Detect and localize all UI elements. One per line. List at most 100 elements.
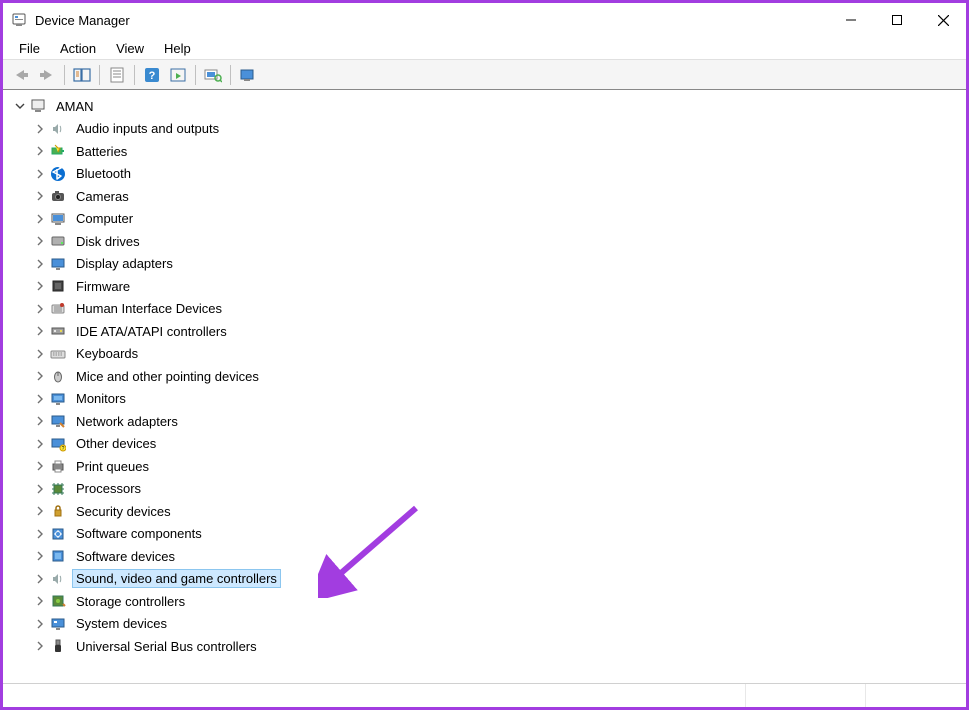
- computer-icon: [49, 210, 67, 228]
- tree-item[interactable]: Disk drives: [3, 230, 966, 253]
- cpu-icon: [49, 480, 67, 498]
- tree-item-label: Keyboards: [73, 345, 141, 362]
- security-icon: [49, 502, 67, 520]
- chevron-right-icon[interactable]: [33, 617, 47, 631]
- tree-item[interactable]: Sound, video and game controllers: [3, 568, 966, 591]
- tree-item[interactable]: Audio inputs and outputs: [3, 118, 966, 141]
- chevron-right-icon[interactable]: [33, 369, 47, 383]
- toolbar: ?: [3, 59, 966, 89]
- chevron-right-icon[interactable]: [33, 392, 47, 406]
- menu-item-view[interactable]: View: [106, 39, 154, 58]
- chevron-right-icon[interactable]: [33, 459, 47, 473]
- tree-item[interactable]: Monitors: [3, 388, 966, 411]
- tree-item-label: System devices: [73, 615, 170, 632]
- toolbar-actions-button[interactable]: [166, 63, 190, 87]
- tree-item[interactable]: Firmware: [3, 275, 966, 298]
- tree-item-label: Batteries: [73, 143, 130, 160]
- chevron-right-icon[interactable]: [33, 122, 47, 136]
- tree-item[interactable]: Software devices: [3, 545, 966, 568]
- chevron-right-icon[interactable]: [33, 189, 47, 203]
- tree-item[interactable]: Universal Serial Bus controllers: [3, 635, 966, 658]
- tree-item[interactable]: Network adapters: [3, 410, 966, 433]
- tree-item[interactable]: Human Interface Devices: [3, 298, 966, 321]
- toolbar-forward-button[interactable]: [35, 63, 59, 87]
- chevron-right-icon[interactable]: [33, 437, 47, 451]
- tree-item[interactable]: Software components: [3, 523, 966, 546]
- tree-item[interactable]: IDE ATA/ATAPI controllers: [3, 320, 966, 343]
- tree-item-label: Bluetooth: [73, 165, 134, 182]
- toolbar-properties-button[interactable]: [105, 63, 129, 87]
- tree-item-label: Mice and other pointing devices: [73, 368, 262, 385]
- chevron-right-icon[interactable]: [33, 572, 47, 586]
- chevron-right-icon[interactable]: [33, 549, 47, 563]
- tree-item-label: Computer: [73, 210, 136, 227]
- chevron-right-icon[interactable]: [33, 167, 47, 181]
- chevron-right-icon[interactable]: [33, 414, 47, 428]
- svg-text:?: ?: [149, 70, 156, 82]
- chevron-right-icon[interactable]: [33, 302, 47, 316]
- chevron-right-icon[interactable]: [33, 324, 47, 338]
- printer-icon: [49, 457, 67, 475]
- chevron-down-icon[interactable]: [13, 99, 27, 113]
- tree-item[interactable]: Cameras: [3, 185, 966, 208]
- chevron-right-icon[interactable]: [33, 482, 47, 496]
- tree-item[interactable]: Print queues: [3, 455, 966, 478]
- camera-icon: [49, 187, 67, 205]
- tree-item[interactable]: Mice and other pointing devices: [3, 365, 966, 388]
- toolbar-help-button[interactable]: ?: [140, 63, 164, 87]
- tree-item[interactable]: ?Other devices: [3, 433, 966, 456]
- chevron-right-icon[interactable]: [33, 279, 47, 293]
- close-button[interactable]: [920, 3, 966, 37]
- chevron-right-icon[interactable]: [33, 257, 47, 271]
- tree-item[interactable]: Bluetooth: [3, 163, 966, 186]
- tree-item[interactable]: Storage controllers: [3, 590, 966, 613]
- toolbar-scan-hardware-button[interactable]: [201, 63, 225, 87]
- chevron-right-icon[interactable]: [33, 594, 47, 608]
- tree-item[interactable]: Processors: [3, 478, 966, 501]
- firmware-icon: [49, 277, 67, 295]
- storage-icon: [49, 592, 67, 610]
- network-icon: [49, 412, 67, 430]
- toolbar-show-hide-console-button[interactable]: [70, 63, 94, 87]
- other-icon: ?: [49, 435, 67, 453]
- ide-icon: [49, 322, 67, 340]
- tree-item[interactable]: Batteries: [3, 140, 966, 163]
- device-tree[interactable]: AMAN Audio inputs and outputs Batteries Bl…: [3, 91, 966, 683]
- tree-item[interactable]: Keyboards: [3, 343, 966, 366]
- tree-item-label: Disk drives: [73, 233, 143, 250]
- mouse-icon: [49, 367, 67, 385]
- chevron-right-icon[interactable]: [33, 504, 47, 518]
- tree-item[interactable]: Display adapters: [3, 253, 966, 276]
- tree-item[interactable]: System devices: [3, 613, 966, 636]
- tree-item-label: Software devices: [73, 548, 178, 565]
- tree-item-label: Security devices: [73, 503, 174, 520]
- maximize-button[interactable]: [874, 3, 920, 37]
- tree-item-label: Monitors: [73, 390, 129, 407]
- toolbar-back-button[interactable]: [9, 63, 33, 87]
- chevron-right-icon[interactable]: [33, 527, 47, 541]
- tree-root-node[interactable]: AMAN: [3, 95, 966, 118]
- tree-item-label: Display adapters: [73, 255, 176, 272]
- tree-item[interactable]: Computer: [3, 208, 966, 231]
- tree-item[interactable]: Security devices: [3, 500, 966, 523]
- softcomp-icon: [49, 525, 67, 543]
- chevron-right-icon[interactable]: [33, 144, 47, 158]
- tree-item-label: Sound, video and game controllers: [73, 570, 280, 587]
- statusbar: [3, 683, 966, 707]
- disk-icon: [49, 232, 67, 250]
- toolbar-add-hardware-button[interactable]: [236, 63, 260, 87]
- speaker-icon: [49, 120, 67, 138]
- titlebar: Device Manager: [3, 3, 966, 37]
- minimize-button[interactable]: [828, 3, 874, 37]
- menu-item-file[interactable]: File: [9, 39, 50, 58]
- bluetooth-icon: [49, 165, 67, 183]
- status-cell: [746, 684, 866, 707]
- chevron-right-icon[interactable]: [33, 347, 47, 361]
- menubar: File Action View Help: [3, 37, 966, 59]
- menu-item-action[interactable]: Action: [50, 39, 106, 58]
- display-icon: [49, 255, 67, 273]
- chevron-right-icon[interactable]: [33, 212, 47, 226]
- chevron-right-icon[interactable]: [33, 639, 47, 653]
- chevron-right-icon[interactable]: [33, 234, 47, 248]
- menu-item-help[interactable]: Help: [154, 39, 201, 58]
